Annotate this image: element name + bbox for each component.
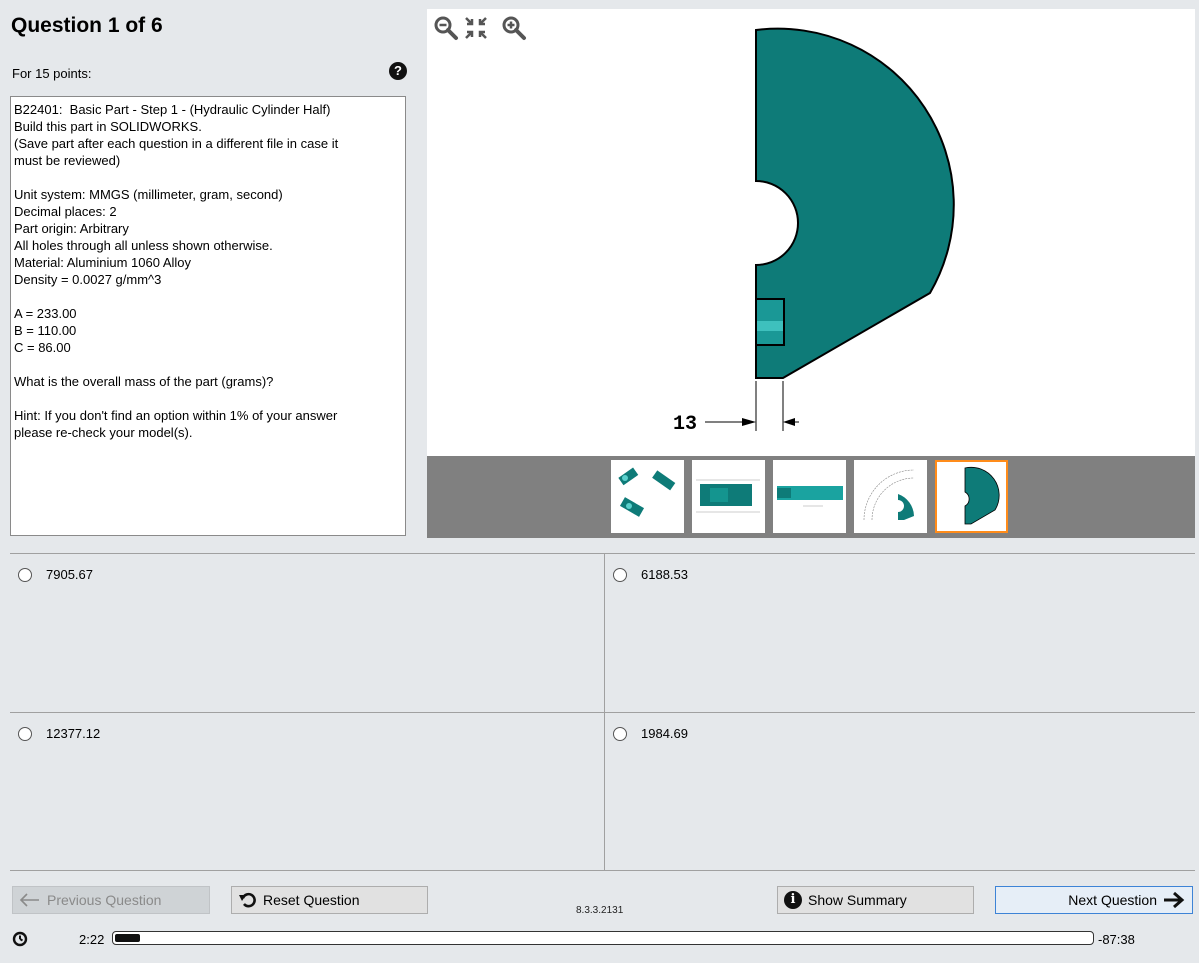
dimension-lines: [705, 381, 799, 431]
reset-question-label: Reset Question: [263, 892, 360, 908]
dimension-arrow-right: [783, 418, 795, 426]
dimension-label: 13: [673, 413, 697, 436]
previous-question-label: Previous Question: [47, 892, 162, 908]
text-line: B = 110.00: [14, 323, 77, 338]
answer-label: 7905.67: [46, 567, 93, 582]
text-paragraph: What is the overall mass of the part (gr…: [14, 373, 402, 390]
arrow-left-icon: [19, 893, 39, 907]
text-line: Unit system: MMGS (millimeter, gram, sec…: [14, 187, 283, 202]
question-circle-icon[interactable]: ?: [389, 62, 407, 80]
answer-label: 1984.69: [641, 726, 688, 741]
text-line: please re-check your model(s).: [14, 425, 193, 440]
show-summary-label: Show Summary: [808, 892, 907, 908]
text-line: Decimal places: 2: [14, 204, 117, 219]
dimension-arrow-left: [742, 418, 756, 426]
thumbnail-side-view[interactable]: [692, 460, 765, 533]
slot-highlight: [757, 321, 783, 331]
clock-icon: [12, 931, 28, 947]
arrow-right-icon: [1164, 891, 1185, 909]
divider: [10, 870, 1195, 871]
part-shape: [755, 27, 955, 379]
time-progress-fill: [115, 934, 140, 942]
radio-button[interactable]: [613, 726, 627, 741]
thumbnail-front-detail[interactable]: [935, 460, 1008, 533]
divider: [10, 712, 1195, 713]
version-label: 8.3.3.2131: [576, 905, 624, 916]
elapsed-time: 2:22: [79, 932, 105, 947]
thumbnail-top-view[interactable]: [773, 460, 846, 533]
next-question-button[interactable]: Next Question: [995, 886, 1193, 914]
answer-option[interactable]: 12377.12: [18, 726, 100, 741]
answer-option[interactable]: 7905.67: [18, 567, 93, 582]
thumbnail-isometric-views[interactable]: [611, 460, 684, 533]
show-summary-button[interactable]: i Show Summary: [777, 886, 974, 914]
remaining-time: -87:38: [1098, 932, 1135, 947]
text-line: B22401: Basic Part - Step 1 - (Hydraulic…: [14, 102, 331, 117]
reset-question-button[interactable]: Reset Question: [231, 886, 428, 914]
answer-option[interactable]: 1984.69: [613, 726, 688, 741]
text-line: Material: Aluminium 1060 Alloy: [14, 255, 192, 270]
radio-button[interactable]: [613, 567, 627, 582]
image-viewer[interactable]: 13: [427, 9, 1195, 456]
previous-question-button[interactable]: Previous Question: [12, 886, 210, 914]
answer-grid: 7905.67 6188.53 12377.12 1984.69: [10, 553, 1195, 871]
divider: [10, 553, 1195, 554]
text-line: must be reviewed): [14, 153, 121, 168]
radio-button[interactable]: [18, 567, 32, 582]
text-paragraph: Hint: If you don't find an option within…: [14, 407, 402, 441]
info-icon: i: [784, 891, 802, 909]
text-line: Density = 0.0027 g/mm^3: [14, 272, 162, 287]
question-title: Question 1 of 6: [11, 14, 163, 37]
text-line: What is the overall mass of the part (gr…: [14, 374, 274, 389]
text-paragraph: Unit system: MMGS (millimeter, gram, sec…: [14, 186, 402, 288]
text-line: Build this part in SOLIDWORKS.: [14, 119, 202, 134]
points-label: For 15 points:: [12, 66, 92, 81]
question-text-box[interactable]: B22401: Basic Part - Step 1 - (Hydraulic…: [10, 96, 406, 536]
thumbnail-strip: [427, 456, 1195, 538]
time-progress-bar: [112, 931, 1094, 945]
text-paragraph: B22401: Basic Part - Step 1 - (Hydraulic…: [14, 101, 402, 169]
radio-button[interactable]: [18, 726, 32, 741]
text-line: (Save part after each question in a diff…: [14, 136, 339, 151]
text-line: Part origin: Arbitrary: [14, 221, 129, 236]
text-line: A = 233.00: [14, 306, 77, 321]
answer-option[interactable]: 6188.53: [613, 567, 688, 582]
text-line: C = 86.00: [14, 340, 71, 355]
thumbnail-drawing-view[interactable]: [854, 460, 927, 533]
divider: [604, 553, 605, 871]
part-drawing: 13: [673, 27, 955, 436]
text-line: All holes through all unless shown other…: [14, 238, 273, 253]
text-paragraph: A = 233.00 B = 110.00 C = 86.00: [14, 305, 402, 356]
answer-label: 6188.53: [641, 567, 688, 582]
next-question-label: Next Question: [1068, 892, 1157, 908]
answer-label: 12377.12: [46, 726, 101, 741]
reset-icon: [239, 892, 256, 908]
text-line: Hint: If you don't find an option within…: [14, 408, 338, 423]
